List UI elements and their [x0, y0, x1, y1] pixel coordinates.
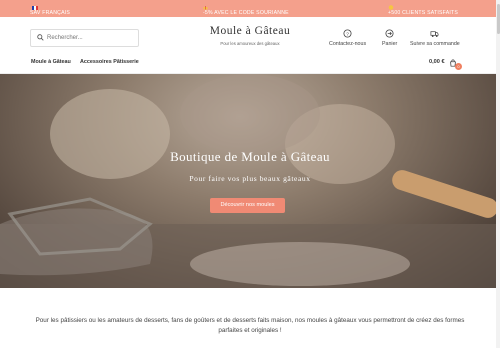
- announcement-center: -5% AVEC LE CODE SOURIANNE: [203, 5, 289, 16]
- hero-subtitle: Pour faire vos plus beaux gâteaux: [189, 174, 311, 183]
- announcement-right-text: +500 CLIENTS SATISFAITS: [388, 10, 459, 16]
- search-placeholder: Rechercher...: [47, 35, 83, 41]
- cart-link[interactable]: Panier: [382, 29, 397, 47]
- site-logo-subtitle: Pour les amoureux des gâteaux: [220, 41, 280, 46]
- cart-label: Panier: [382, 41, 398, 47]
- intro-paragraph: Pour les pâtissiers ou les amateurs de d…: [35, 317, 465, 334]
- nav-item-moule-a-gateau[interactable]: Moule à Gâteau: [31, 59, 71, 65]
- truck-icon: [430, 31, 439, 38]
- hero-banner: Boutique de Moule à Gâteau Pour faire vo…: [0, 74, 500, 288]
- announcement-right: +500 CLIENTS SATISFAITS: [388, 5, 458, 16]
- cart-count-badge: 0: [455, 63, 462, 70]
- announcement-left-text: SAV FRANÇAIS: [30, 10, 71, 16]
- main-navigation: Moule à Gâteau Accessoires Pâtisserie 0,…: [0, 57, 500, 74]
- track-order-label: Suivre sa commande: [410, 41, 460, 47]
- search-input[interactable]: Rechercher...: [30, 29, 139, 47]
- help-circle-icon: ?: [343, 29, 352, 38]
- search-icon: [37, 34, 44, 41]
- top-announcement-bar: SAV FRANÇAIS -5% AVEC LE CODE SOURIANNE …: [0, 0, 500, 17]
- nav-item-accessoires[interactable]: Accessoires Pâtisserie: [80, 59, 139, 65]
- discover-molds-button[interactable]: Découvrir nos moules: [210, 198, 285, 213]
- svg-text:?: ?: [346, 31, 349, 37]
- site-header: Rechercher... Moule à Gâteau Pour les am…: [0, 17, 500, 57]
- scrollbar-thumb[interactable]: [496, 4, 500, 34]
- contact-link[interactable]: ? Contactez-nous: [329, 29, 366, 47]
- announcement-center-text: -5% AVEC LE CODE SOURIANNE: [203, 10, 289, 16]
- hero-title: Boutique de Moule à Gâteau: [170, 149, 330, 164]
- cart-total[interactable]: 0,00 €: [429, 59, 445, 65]
- arrow-circle-icon: [385, 29, 394, 38]
- track-order-link[interactable]: Suivre sa commande: [410, 29, 460, 47]
- announcement-left: SAV FRANÇAIS: [30, 5, 70, 16]
- site-logo-title[interactable]: Moule à Gâteau: [204, 25, 296, 37]
- page-scrollbar[interactable]: [496, 0, 500, 348]
- contact-label: Contactez-nous: [329, 41, 367, 47]
